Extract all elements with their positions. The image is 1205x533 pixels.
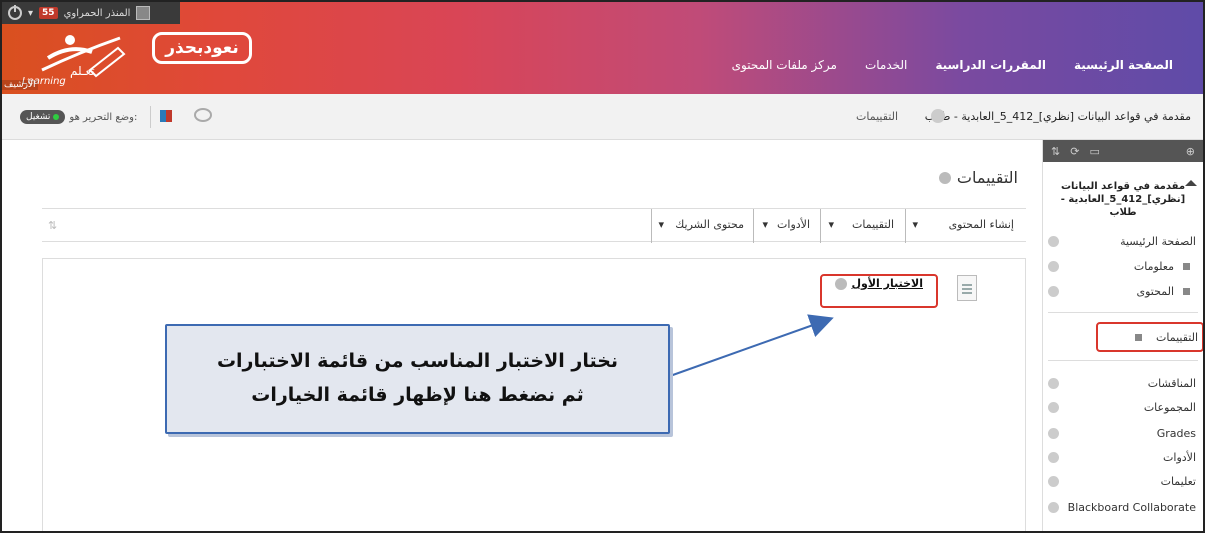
sidebar-item-label: Grades — [1156, 427, 1196, 440]
divider — [820, 209, 821, 243]
sort-icon[interactable]: ⇅ — [1051, 145, 1060, 158]
breadcrumb-course[interactable]: مقدمة في قواعد البيانات [نظري]_412_5_الع… — [925, 110, 1191, 123]
assessments-menu[interactable]: التقييمات — [852, 218, 894, 231]
breadcrumb-page: التقييمات — [856, 110, 898, 123]
chevron-down-icon[interactable] — [1048, 428, 1059, 439]
sidebar-item-collaborate[interactable]: Blackboard Collaborate — [1043, 498, 1203, 518]
sidebar-item-label: تعليمات — [1160, 475, 1196, 488]
callout-line-2: ثم نضغط هنا لإظهار قائمة الخيارات — [251, 384, 584, 406]
sidebar-item-content[interactable]: المحتوى — [1043, 282, 1203, 302]
sidebar-item-home[interactable]: الصفحة الرئيسية — [1043, 232, 1203, 252]
chevron-down-icon[interactable] — [1048, 236, 1059, 247]
breadcrumb: مقدمة في قواعد البيانات [نظري]_412_5_الع… — [2, 94, 1203, 140]
chevron-down-icon[interactable]: ▾ — [912, 218, 918, 231]
divider — [905, 209, 906, 243]
course-menu-toolbar: ⇅ ⟳ ▭ ⊕ — [1043, 140, 1203, 162]
sidebar-item-tools[interactable]: الأدوات — [1043, 448, 1203, 468]
sidebar-item-grades[interactable]: Grades — [1043, 424, 1203, 444]
action-bar: إنشاء المحتوى ▾ التقييمات ▾ الأدوات ▾ مح… — [42, 208, 1026, 243]
course-title-text: مقدمة في قواعد البيانات [نظري]_412_5_الع… — [1060, 181, 1186, 218]
learning-logo: تعـلم Learning — [20, 30, 130, 87]
chevron-down-icon[interactable]: ▾ — [828, 218, 834, 231]
chevron-down-icon[interactable] — [1048, 286, 1059, 297]
sidebar-item-help[interactable]: تعليمات — [1043, 472, 1203, 492]
avatar[interactable] — [136, 6, 151, 20]
user-strip: ▾ 55 المنذر الحمراوي — [2, 2, 180, 24]
test-icon — [957, 275, 977, 301]
chevron-down-icon[interactable]: ▾ — [658, 218, 664, 231]
content-area-icon — [1183, 288, 1190, 295]
brand-logo: نعودبحذر — [152, 32, 252, 64]
highlight-sidebar-assessments — [1096, 322, 1203, 352]
chevron-down-icon[interactable] — [1048, 452, 1059, 463]
sidebar-item-label: المناقشات — [1147, 377, 1196, 390]
dropdown-chevron-icon[interactable]: ▾ — [28, 8, 33, 19]
sidebar-item-label: المحتوى — [1136, 285, 1174, 298]
chevron-down-icon[interactable] — [1048, 261, 1059, 272]
chevron-down-icon[interactable] — [1048, 378, 1059, 389]
build-content-menu[interactable]: إنشاء المحتوى — [949, 218, 1014, 231]
main-nav: الصفحة الرئيسية المقررات الدراسية الخدما… — [732, 58, 1173, 72]
nav-services[interactable]: الخدمات — [865, 58, 907, 72]
user-name[interactable]: المنذر الحمراوي — [64, 8, 131, 19]
divider — [1048, 360, 1198, 361]
notification-badge[interactable]: 55 — [39, 7, 58, 19]
edit-mode-state: تشغيل — [26, 112, 51, 122]
tools-menu[interactable]: الأدوات — [777, 218, 810, 231]
home-icon — [1185, 180, 1197, 186]
nav-content-collection[interactable]: مركز ملفات المحتوى — [732, 58, 837, 72]
folder-icon[interactable]: ▭ — [1089, 145, 1099, 158]
highlight-test-link — [820, 274, 938, 308]
power-icon[interactable] — [8, 5, 22, 20]
chevron-down-icon[interactable]: ▾ — [762, 218, 768, 231]
sidebar-item-information[interactable]: معلومات — [1043, 257, 1203, 277]
nav-home[interactable]: الصفحة الرئيسية — [1074, 58, 1173, 72]
chevron-down-icon[interactable] — [938, 171, 951, 184]
edit-mode-label: وضع التحرير هو: — [69, 111, 138, 123]
sidebar-item-label: الأدوات — [1163, 451, 1196, 464]
content-area-icon — [1183, 263, 1190, 270]
sidebar-item-discussions[interactable]: المناقشات — [1043, 374, 1203, 394]
status-dot-icon — [53, 114, 60, 120]
sidebar-item-label: معلومات — [1133, 260, 1174, 273]
divider — [1048, 312, 1198, 313]
page-title: التقييمات — [938, 168, 1018, 187]
logo: تعـلم Learning نعودبحذر — [20, 28, 260, 88]
sort-icon[interactable]: ⇅ — [48, 219, 57, 232]
learn-ar-text: تعـلم — [70, 64, 95, 78]
book-icon[interactable] — [160, 110, 172, 122]
course-title[interactable]: مقدمة في قواعد البيانات [نظري]_412_5_الع… — [1043, 162, 1203, 219]
chevron-down-icon[interactable] — [1048, 402, 1059, 413]
sidebar-item-label: الصفحة الرئيسية — [1120, 235, 1196, 248]
partner-content-menu[interactable]: محتوى الشريك — [675, 218, 744, 231]
refresh-icon[interactable]: ⟳ — [1070, 145, 1079, 158]
chevron-down-icon[interactable] — [1048, 476, 1059, 487]
chevron-down-icon[interactable] — [1048, 502, 1059, 513]
top-header: ▾ 55 المنذر الحمراوي تعـلم Learning نعود… — [2, 2, 1203, 94]
side-tag[interactable]: الأرشيف — [2, 80, 38, 90]
chevron-down-icon[interactable] — [931, 109, 945, 123]
instruction-callout: نختار الاختبار المناسب من قائمة الاختبار… — [165, 324, 670, 434]
sidebar-item-groups[interactable]: المجموعات — [1043, 398, 1203, 418]
page-title-text: التقييمات — [956, 168, 1018, 187]
nav-courses[interactable]: المقررات الدراسية — [935, 58, 1046, 72]
edit-mode-toggle[interactable]: تشغيل وضع التحرير هو: — [20, 110, 137, 124]
student-preview-icon[interactable] — [194, 108, 212, 122]
sidebar-item-label: Blackboard Collaborate — [1067, 501, 1196, 514]
edit-mode-switch[interactable]: تشغيل — [20, 110, 66, 124]
sidebar-item-label: المجموعات — [1143, 401, 1196, 414]
screenshot-frame: ▾ 55 المنذر الحمراوي تعـلم Learning نعود… — [0, 0, 1205, 533]
callout-line-1: نختار الاختبار المناسب من قائمة الاختبار… — [216, 350, 619, 372]
add-icon[interactable]: ⊕ — [1186, 145, 1195, 158]
divider — [753, 209, 754, 243]
divider — [651, 209, 652, 243]
divider — [150, 106, 151, 128]
